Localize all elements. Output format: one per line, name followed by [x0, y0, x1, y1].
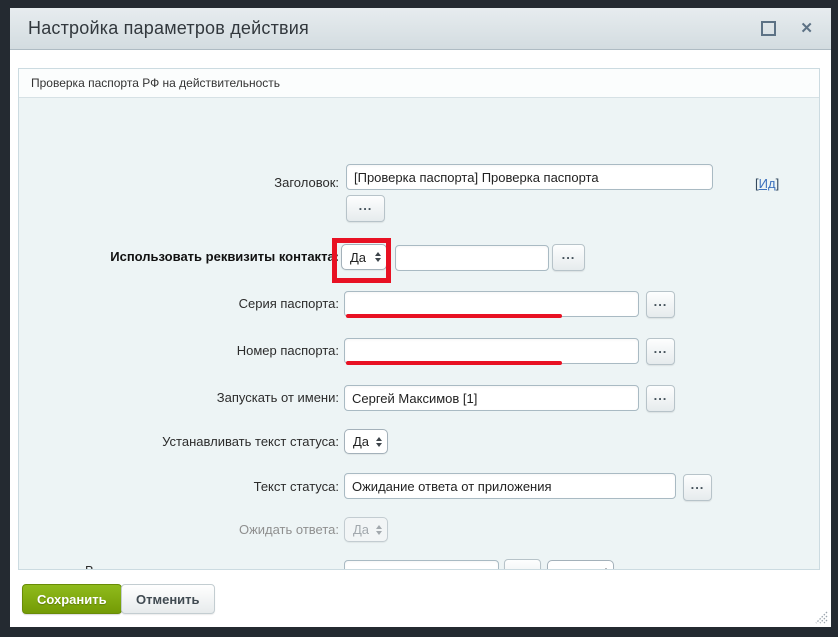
status-text-more-button[interactable]: ... [683, 474, 712, 501]
cancel-button[interactable]: Отменить [121, 584, 215, 614]
use-contact-label: Использовать реквизиты контакта: [19, 249, 339, 265]
title-input[interactable] [346, 164, 713, 190]
wait-period-input[interactable] [344, 560, 499, 570]
resize-grip[interactable] [814, 610, 828, 624]
use-contact-select[interactable]: Да [341, 244, 387, 270]
run-as-input[interactable] [344, 385, 639, 411]
action-params-panel: Проверка паспорта РФ на действительность… [18, 68, 820, 570]
close-icon[interactable]: ✕ [800, 21, 813, 36]
status-text-label: Текст статуса: [19, 479, 339, 495]
use-contact-input[interactable] [395, 245, 549, 271]
series-label: Серия паспорта: [19, 296, 339, 312]
save-button[interactable]: Сохранить [22, 584, 122, 614]
run-as-more-button[interactable]: ... [646, 385, 675, 412]
number-input[interactable] [344, 338, 639, 364]
number-label: Номер паспорта: [19, 343, 339, 359]
title-label: Заголовок: [19, 175, 339, 191]
series-more-button[interactable]: ... [646, 291, 675, 318]
set-status-label: Устанавливать текст статуса: [19, 434, 339, 450]
id-link[interactable]: Ид [759, 176, 776, 191]
form-body: Заголовок: ... [Ид] Использовать реквизи… [19, 98, 819, 570]
set-status-select-value: Да [353, 434, 369, 449]
wait-answer-select: Да [344, 517, 388, 542]
status-text-input[interactable] [344, 473, 676, 499]
window-controls: ✕ [761, 21, 813, 36]
action-name-header: Проверка паспорта РФ на действительность [19, 69, 819, 98]
wait-period-more-button[interactable]: ... [504, 559, 541, 570]
series-input[interactable] [344, 291, 639, 317]
action-settings-dialog: Настройка параметров действия ✕ Проверка… [10, 8, 831, 627]
title-more-button[interactable]: ... [346, 195, 385, 222]
dialog-footer: Сохранить Отменить [10, 570, 831, 627]
use-contact-more-button[interactable]: ... [552, 244, 585, 271]
wait-period-unit-select[interactable]: секунд [547, 560, 614, 570]
run-as-label: Запускать от имени: [19, 390, 339, 406]
select-arrows-icon [376, 525, 382, 535]
wait-answer-select-value: Да [353, 522, 369, 537]
maximize-icon[interactable] [761, 21, 776, 36]
wait-answer-label: Ожидать ответа: [19, 522, 339, 538]
set-status-select[interactable]: Да [344, 429, 388, 454]
screen-background: Настройка параметров действия ✕ Проверка… [0, 0, 838, 637]
dialog-title: Настройка параметров действия [28, 18, 761, 39]
id-link-wrap: [Ид] [755, 176, 779, 191]
select-arrows-icon [376, 437, 382, 447]
number-more-button[interactable]: ... [646, 338, 675, 365]
dialog-titlebar[interactable]: Настройка параметров действия ✕ [10, 8, 831, 50]
select-arrows-icon [375, 252, 381, 262]
use-contact-select-value: Да [350, 250, 366, 265]
